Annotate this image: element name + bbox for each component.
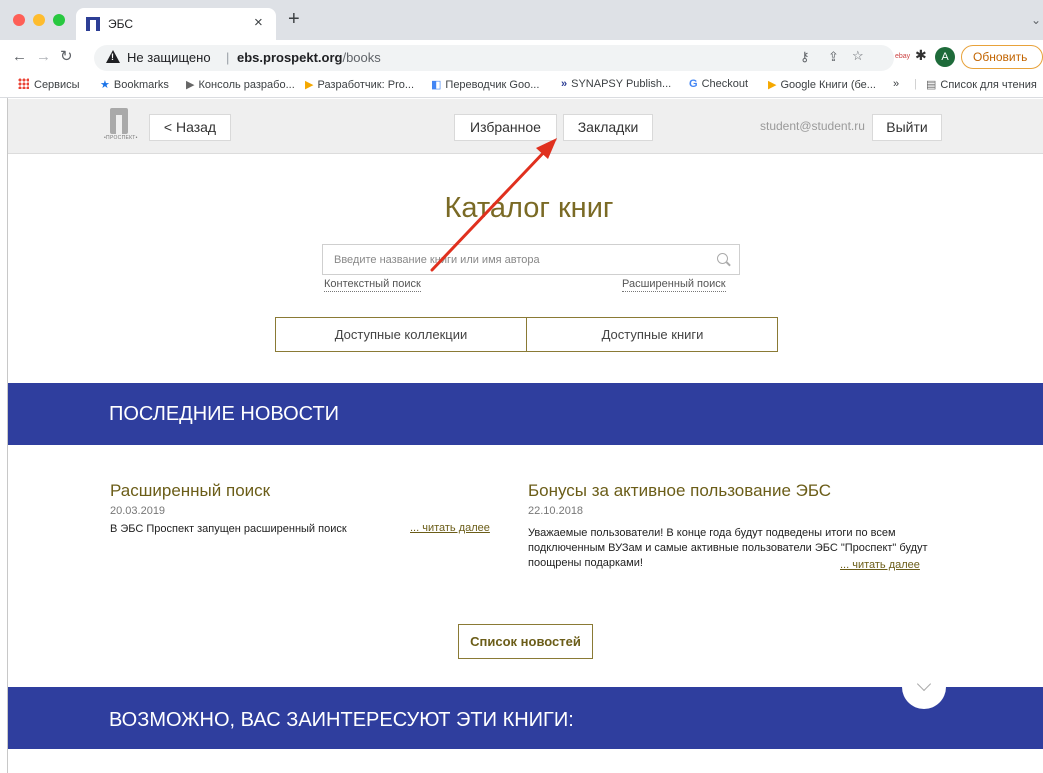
google-icon: G — [689, 78, 698, 90]
search-icon[interactable] — [717, 253, 728, 264]
reload-icon[interactable]: ↻ — [60, 48, 73, 66]
bookmarks-button[interactable]: Закладки — [563, 114, 653, 141]
url-host: ebs.prospekt.org — [237, 50, 343, 65]
address-bar[interactable]: Не защищено | ebs.prospekt.org/books ⚷ ⇪… — [94, 45, 894, 71]
browser-toolbar: ← → ↻ Не защищено | ebs.prospekt.org/boo… — [0, 40, 1043, 86]
maximize-window-icon[interactable] — [53, 14, 65, 26]
bookmark-star-icon[interactable]: ☆ — [852, 49, 864, 63]
tab-search-chevron-icon[interactable]: ⌄ — [1031, 13, 1041, 27]
available-books-button[interactable]: Доступные книги — [527, 318, 778, 351]
chevron-down-icon — [916, 676, 932, 692]
apps-grid-icon — [18, 78, 29, 89]
news-date-1: 20.03.2019 — [110, 505, 166, 517]
url-text[interactable]: ebs.prospekt.org/books — [237, 50, 381, 65]
bookmark-synapsy[interactable]: » SYNAPSY Publish... — [561, 78, 671, 90]
share-icon[interactable]: ⇪ — [828, 50, 839, 64]
context-search-link[interactable]: Контекстный поиск — [324, 278, 421, 292]
logout-button[interactable]: Выйти — [872, 114, 942, 141]
bookmarks-overflow-chevron[interactable]: » — [893, 78, 899, 90]
news-title-1[interactable]: Расширенный поиск — [110, 481, 270, 501]
site-header: •ПРОСПЕКТ• < Назад Избранное Закладки st… — [8, 99, 1043, 154]
bookmark-services[interactable]: Сервисы — [18, 78, 80, 91]
new-tab-button[interactable]: + — [288, 9, 300, 29]
extensions-puzzle-icon[interactable]: ✱ — [915, 48, 927, 62]
site-favicon-icon — [86, 17, 100, 31]
news-text-1: В ЭБС Проспект запущен расширенный поиск — [110, 523, 347, 535]
close-window-icon[interactable] — [13, 14, 25, 26]
read-more-link-1[interactable]: ... читать далее — [410, 522, 490, 534]
browser-tab-active[interactable]: ЭБС × — [76, 8, 276, 40]
bookmarks-divider: | — [914, 78, 917, 90]
warning-icon — [106, 50, 120, 63]
favorites-button[interactable]: Избранное — [454, 114, 557, 141]
address-separator: | — [226, 50, 230, 65]
update-label: Обновить — [973, 50, 1028, 64]
search-input[interactable] — [323, 245, 703, 274]
advanced-search-link[interactable]: Расширенный поиск — [622, 278, 726, 292]
bookmark-reading-list[interactable]: ▤ Список для чтения — [926, 78, 1037, 91]
bookmark-google-books[interactable]: ▶ Google Книги (бе... — [768, 78, 876, 91]
tab-close-icon[interactable]: × — [254, 14, 263, 31]
read-more-link-2[interactable]: ... читать далее — [840, 559, 920, 571]
user-email: student@student.ru — [760, 119, 865, 133]
collection-switch: Доступные коллекции Доступные книги — [275, 317, 778, 352]
bookmark-bookmarks[interactable]: ★ Bookmarks — [100, 78, 169, 91]
synapsy-icon: » — [561, 78, 568, 90]
logo-mark-icon — [110, 108, 128, 134]
available-collections-button[interactable]: Доступные коллекции — [276, 318, 527, 351]
minimize-window-icon[interactable] — [33, 14, 45, 26]
browser-tab-bar: ЭБС × + ⌄ — [0, 0, 1043, 40]
reading-list-icon: ▤ — [926, 79, 937, 91]
forward-arrow-icon[interactable]: → — [36, 48, 51, 66]
prospekt-logo[interactable]: •ПРОСПЕКТ• — [104, 108, 137, 142]
news-title-2[interactable]: Бонусы за активное пользование ЭБС — [528, 481, 831, 501]
star-icon: ★ — [100, 79, 110, 91]
recommended-books-header: ВОЗМОЖНО, ВАС ЗАИНТЕРЕСУЮТ ЭТИ КНИГИ: — [8, 687, 1043, 749]
bookmark-developer[interactable]: ▶ Разработчик: Pro... — [305, 78, 414, 91]
key-icon[interactable]: ⚷ — [800, 50, 810, 64]
console-icon: ▶ — [186, 79, 195, 91]
bookmark-checkout[interactable]: G Checkout — [689, 78, 748, 90]
news-date-2: 22.10.2018 — [528, 505, 584, 517]
translate-icon: ◧ — [431, 79, 442, 91]
browser-window: ЭБС × + ⌄ ← → ↻ Не защищено | ebs.prospe… — [0, 0, 1043, 773]
news-list-button[interactable]: Список новостей — [458, 624, 593, 659]
profile-avatar[interactable]: A — [935, 47, 955, 67]
bookmark-translator[interactable]: ◧ Переводчик Goo... — [431, 78, 539, 91]
bookmarks-bar: Сервисы ★ Bookmarks ▶ Консоль разрабо... ▶… — [0, 74, 1043, 98]
ebay-extension-icon[interactable]: ebay — [895, 50, 910, 64]
update-browser-button[interactable]: Обновить ⋮ — [961, 45, 1043, 86]
not-secure-label[interactable]: Не защищено — [127, 50, 211, 65]
play-books-icon: ▶ — [768, 79, 777, 91]
catalog-title: Каталог книг — [444, 192, 614, 224]
play-icon: ▶ — [305, 79, 314, 91]
bookmark-console[interactable]: ▶ Консоль разрабо... — [186, 78, 295, 91]
back-arrow-icon[interactable]: ← — [12, 48, 27, 66]
scroll-down-button[interactable] — [902, 665, 946, 709]
url-path: /books — [342, 50, 381, 65]
news-section-header: ПОСЛЕДНИЕ НОВОСТИ — [8, 383, 1043, 445]
logo-text: •ПРОСПЕКТ• — [104, 135, 138, 141]
back-button[interactable]: < Назад — [149, 114, 231, 141]
tab-title: ЭБС — [108, 17, 134, 31]
search-box — [322, 244, 740, 275]
